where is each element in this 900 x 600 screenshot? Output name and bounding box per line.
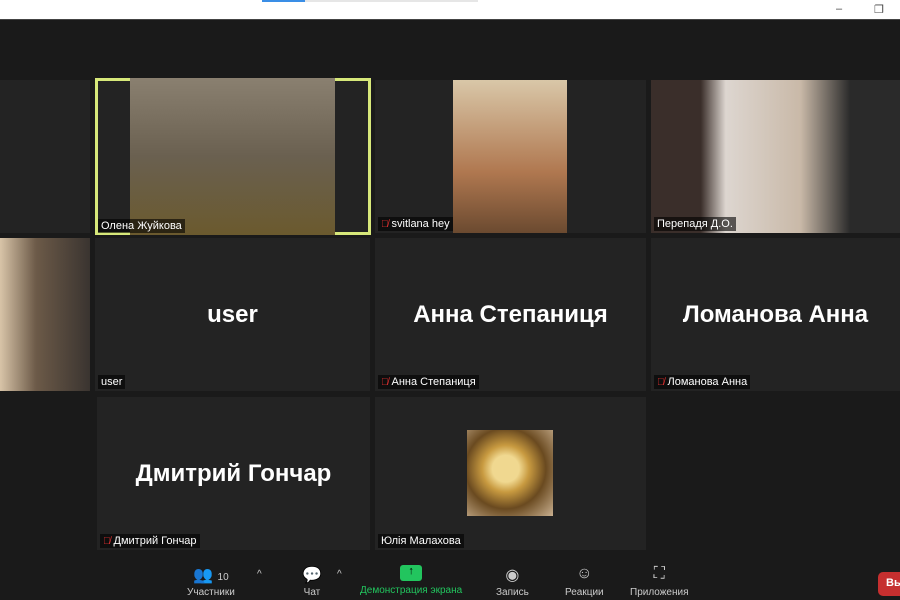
share-screen-button[interactable]: ↑ Демонстрация экрана (360, 565, 462, 596)
participants-button[interactable]: 👥 10 Участники (187, 565, 235, 598)
participant-name: Олена Жуйкова (101, 220, 182, 232)
video-tile-1[interactable]: 🎙̸ svitlana hey (375, 80, 646, 233)
participant-video (651, 80, 900, 233)
chat-label: Чат (303, 587, 321, 598)
video-tile-5[interactable]: Ломанова Анна 🎙̸ Ломанова Анна (651, 238, 900, 391)
apps-label: Приложения (630, 587, 689, 598)
chat-button[interactable]: 💬 Чат (302, 565, 322, 598)
meeting-toolbar: 👥 10 Участники ^ 💬 Чат ^ ↑ Демонстрация … (0, 555, 900, 600)
leave-button[interactable]: Вы (878, 572, 900, 596)
video-tile-partial[interactable] (0, 80, 90, 233)
participants-icon: 👥 (193, 567, 214, 584)
window-titlebar: – ❐ (0, 0, 900, 20)
apps-button[interactable]: ⛶ Приложения (630, 565, 689, 598)
record-button[interactable]: ◉ Запись (496, 565, 529, 598)
participant-name: Юлія Малахова (381, 535, 461, 547)
participant-name: Ломанова Анна (667, 376, 748, 388)
mic-muted-icon: 🎙̸ (381, 218, 389, 230)
record-icon: ◉ (505, 567, 520, 584)
mic-muted-icon: 🎙̸ (657, 376, 665, 388)
participant-name: Перепадя Д.О. (657, 218, 733, 230)
chat-caret-icon[interactable]: ^ (337, 569, 342, 580)
video-tile-partial[interactable] (0, 238, 90, 391)
video-tile-3[interactable]: user user (95, 238, 370, 391)
restore-button[interactable]: ❐ (874, 3, 884, 16)
participant-name: Анна Степаниця (391, 376, 476, 388)
participant-display-name: Дмитрий Гончар (135, 459, 332, 487)
participant-video (453, 80, 567, 233)
video-tile-0[interactable]: Олена Жуйкова (95, 78, 371, 235)
video-tile-2[interactable]: Перепадя Д.О. (651, 80, 900, 233)
share-screen-label: Демонстрация экрана (360, 585, 463, 596)
participant-display-name: Ломанова Анна (682, 300, 869, 328)
video-tile-4[interactable]: Анна Степаниця 🎙̸ Анна Степаниця (375, 238, 646, 391)
video-tile-6[interactable]: Дмитрий Гончар 🎙̸ Дмитрий Гончар (97, 397, 370, 550)
record-label: Запись (496, 587, 529, 598)
participant-display-name: Анна Степаниця (413, 300, 608, 328)
minimize-button[interactable]: – (836, 3, 842, 15)
chat-icon: 💬 (302, 567, 322, 584)
participant-display-name: user (207, 300, 258, 328)
reactions-button[interactable]: ☺ Реакции (565, 565, 604, 598)
reactions-label: Реакции (565, 587, 604, 598)
mic-muted-icon: 🎙̸ (103, 535, 111, 547)
reactions-icon: ☺ (576, 565, 593, 582)
apps-icon: ⛶ (653, 565, 665, 582)
participant-name: svitlana hey (391, 218, 450, 230)
participant-name: user (101, 376, 123, 388)
participant-video (130, 78, 335, 235)
loading-progress (262, 0, 478, 2)
mic-muted-icon: 🎙̸ (381, 376, 389, 388)
participant-name: Дмитрий Гончар (113, 535, 197, 547)
coffee-cup-avatar (467, 430, 553, 516)
participants-caret-icon[interactable]: ^ (257, 569, 262, 580)
participants-label: Участники (187, 587, 235, 598)
participants-count: 10 (217, 572, 229, 583)
video-tile-7[interactable]: Юлія Малахова (375, 397, 646, 550)
share-screen-icon: ↑ (400, 565, 423, 581)
